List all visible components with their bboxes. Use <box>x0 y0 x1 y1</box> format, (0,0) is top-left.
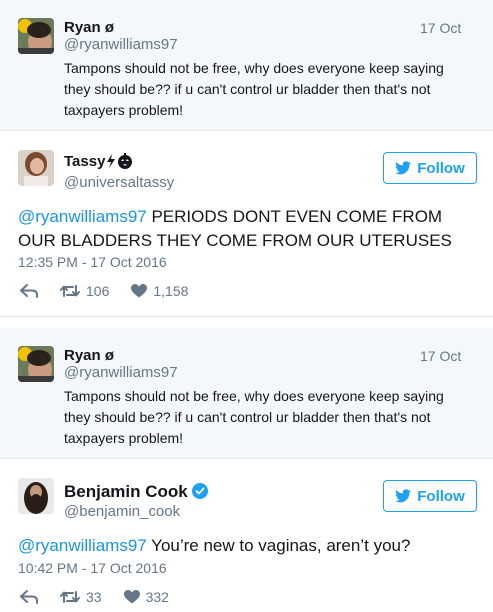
like-count: 1,158 <box>153 283 189 299</box>
avatar[interactable] <box>18 18 54 54</box>
author-handle[interactable]: @ryanwilliams97 <box>64 36 178 53</box>
mention-link[interactable]: @ryanwilliams97 <box>18 207 147 226</box>
lightning-emoji-icon <box>107 154 116 168</box>
heart-icon <box>123 590 140 604</box>
retweet-icon <box>60 285 80 297</box>
author-handle[interactable]: @ryanwilliams97 <box>64 364 178 381</box>
reply-icon <box>20 284 38 298</box>
tweet-text: @ryanwilliams97 PERIODS DONT EVEN COME F… <box>18 205 478 253</box>
author-name[interactable]: Ryan ø <box>64 347 114 364</box>
follow-label: Follow <box>417 487 465 505</box>
retweet-icon <box>60 591 80 603</box>
author-handle[interactable]: @universaltassy <box>64 174 174 191</box>
tweet-actions: 33 332 <box>20 589 191 605</box>
follow-button[interactable]: Follow <box>383 152 477 184</box>
like-button[interactable]: 332 <box>123 589 169 605</box>
retweet-button[interactable]: 33 <box>60 589 102 605</box>
heart-icon <box>131 284 148 298</box>
author-name[interactable]: Benjamin Cook <box>64 482 208 502</box>
author-name[interactable]: Tassy <box>64 153 133 170</box>
reply-button[interactable] <box>20 284 38 298</box>
tweet-body: You’re new to vaginas, aren’t you? <box>146 536 411 555</box>
quoted-tweet-2[interactable]: Ryan ø @ryanwilliams97 17 Oct Tampons sh… <box>0 328 493 459</box>
follow-label: Follow <box>417 159 465 177</box>
tweet-divider <box>0 316 493 317</box>
like-button[interactable]: 1,158 <box>131 283 188 299</box>
tweet-text: @ryanwilliams97 You’re new to vaginas, a… <box>18 534 478 558</box>
avatar[interactable] <box>18 150 54 186</box>
reply-button[interactable] <box>20 590 38 604</box>
retweet-count: 33 <box>86 589 102 605</box>
author-handle[interactable]: @benjamin_cook <box>64 503 180 520</box>
tweet-actions: 106 1,158 <box>20 283 210 299</box>
tweet-timestamp[interactable]: 12:35 PM - 17 Oct 2016 <box>18 254 167 270</box>
tweet-text: Tampons should not be free, why does eve… <box>64 388 444 446</box>
jack-o-lantern-emoji-icon <box>118 153 133 169</box>
twitter-bird-icon <box>395 161 412 175</box>
retweet-count: 106 <box>86 283 110 299</box>
retweet-button[interactable]: 106 <box>60 283 109 299</box>
avatar[interactable] <box>18 346 54 382</box>
quoted-tweet-1[interactable]: Ryan ø @ryanwilliams97 17 Oct Tampons sh… <box>0 0 493 131</box>
tweet-date[interactable]: 17 Oct <box>420 20 461 36</box>
reply-icon <box>20 590 38 604</box>
tweet-timestamp[interactable]: 10:42 PM - 17 Oct 2016 <box>18 560 167 576</box>
tweet-text: Tampons should not be free, why does eve… <box>64 60 444 118</box>
tweet-date[interactable]: 17 Oct <box>420 348 461 364</box>
verified-badge-icon <box>191 483 208 499</box>
avatar[interactable] <box>18 478 54 514</box>
author-name[interactable]: Ryan ø <box>64 19 114 36</box>
follow-button[interactable]: Follow <box>383 480 477 512</box>
mention-link[interactable]: @ryanwilliams97 <box>18 536 147 555</box>
like-count: 332 <box>145 589 169 605</box>
twitter-bird-icon <box>395 489 412 503</box>
